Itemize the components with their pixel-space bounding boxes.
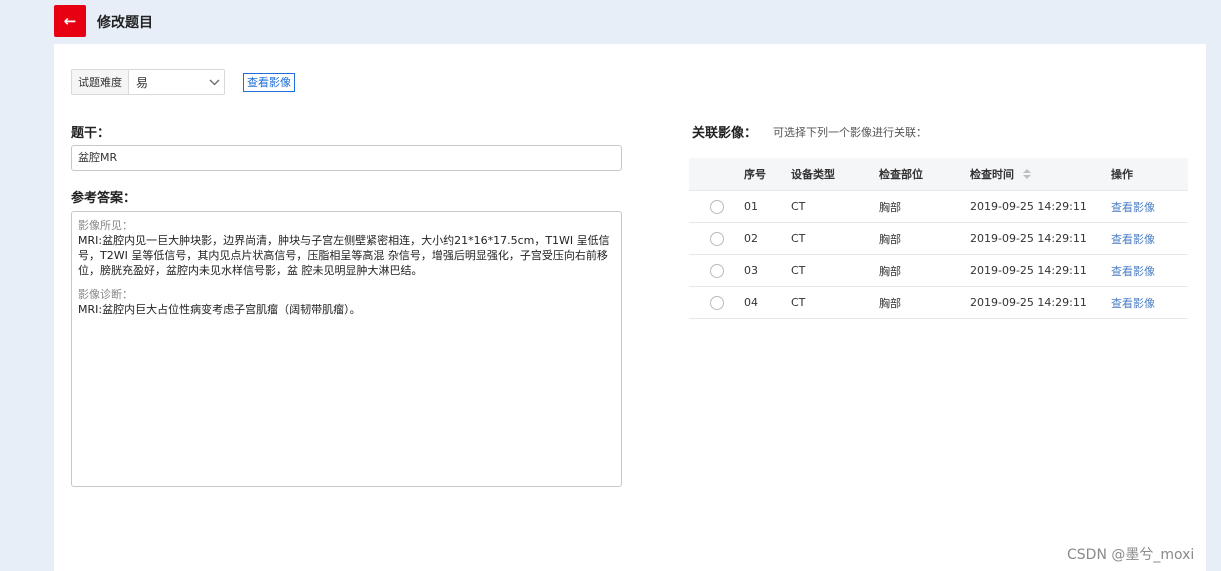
cell-device: CT [791,264,806,277]
top-bar: ← 修改题目 [0,0,1221,44]
view-image-row-link[interactable]: 查看影像 [1111,233,1155,246]
cell-no: 03 [744,264,758,277]
main-panel: 试题难度 易 查看影像 题干： 盆腔MR 参考答案： 影像所见： MRI:盆腔内… [54,44,1206,571]
page-title: 修改题目 [97,15,153,31]
difficulty-value[interactable]: 易 [129,70,204,94]
row-select-radio[interactable] [709,295,724,310]
back-button[interactable]: ← [54,5,86,37]
row-select-radio[interactable] [709,263,724,278]
col-header-no: 序号 [744,168,766,181]
diagnosis-text: MRI:盆腔内巨大占位性病变考虑子宫肌瘤（阔韧带肌瘤）。 [78,303,361,316]
difficulty-label: 试题难度 [72,70,129,94]
col-header-action: 操作 [1111,168,1133,181]
cell-no: 04 [744,296,758,309]
row-select-radio[interactable] [709,231,724,246]
related-images-hint: 可选择下列一个影像进行关联： [773,126,927,139]
answer-label: 参考答案： [71,191,137,206]
stem-input[interactable]: 盆腔MR [71,145,622,171]
table-row: 03 CT 胸部 2019-09-25 14:29:11 查看影像 [689,255,1188,287]
stem-label: 题干： [71,126,111,141]
chevron-down-icon[interactable] [204,70,224,94]
cell-device: CT [791,200,806,213]
difficulty-select[interactable]: 试题难度 易 [71,69,225,95]
cell-time: 2019-09-25 14:29:11 [970,232,1087,245]
cell-time: 2019-09-25 14:29:11 [970,264,1087,277]
col-header-time[interactable]: 检查时间 [970,166,1105,182]
cell-no: 02 [744,232,758,245]
view-image-row-link[interactable]: 查看影像 [1111,265,1155,278]
watermark: CSDN @墨兮_moxi [1067,547,1195,563]
cell-no: 01 [744,200,758,213]
cell-time: 2019-09-25 14:29:11 [970,296,1087,309]
image-table: 序号 设备类型 检查部位 检查时间 操作 01 CT 胸部 2019-09-25… [689,158,1188,319]
view-image-row-link[interactable]: 查看影像 [1111,201,1155,214]
arrow-left-icon: ← [63,12,77,30]
cell-device: CT [791,232,806,245]
cell-part: 胸部 [879,264,901,278]
related-images-label: 关联影像： [692,126,758,141]
col-header-part: 检查部位 [879,168,923,181]
diagnosis-label: 影像诊断： [78,288,133,301]
findings-label: 影像所见： [78,219,133,232]
view-image-row-link[interactable]: 查看影像 [1111,297,1155,310]
table-row: 01 CT 胸部 2019-09-25 14:29:11 查看影像 [689,191,1188,223]
table-header: 序号 设备类型 检查部位 检查时间 操作 [689,158,1188,191]
view-image-link[interactable]: 查看影像 [243,73,295,92]
row-select-radio[interactable] [709,199,724,214]
sort-icon[interactable] [1023,169,1031,179]
cell-device: CT [791,296,806,309]
answer-textarea[interactable]: 影像所见： MRI:盆腔内见一巨大肿块影，边界尚清，肿块与子宫左侧壁紧密相连，大… [71,211,622,487]
cell-part: 胸部 [879,200,901,214]
table-row: 02 CT 胸部 2019-09-25 14:29:11 查看影像 [689,223,1188,255]
cell-part: 胸部 [879,296,901,310]
cell-time: 2019-09-25 14:29:11 [970,200,1087,213]
table-row: 04 CT 胸部 2019-09-25 14:29:11 查看影像 [689,287,1188,319]
col-header-device: 设备类型 [791,168,835,181]
findings-text: MRI:盆腔内见一巨大肿块影，边界尚清，肿块与子宫左侧壁紧密相连，大小约21*1… [78,234,610,277]
cell-part: 胸部 [879,232,901,246]
